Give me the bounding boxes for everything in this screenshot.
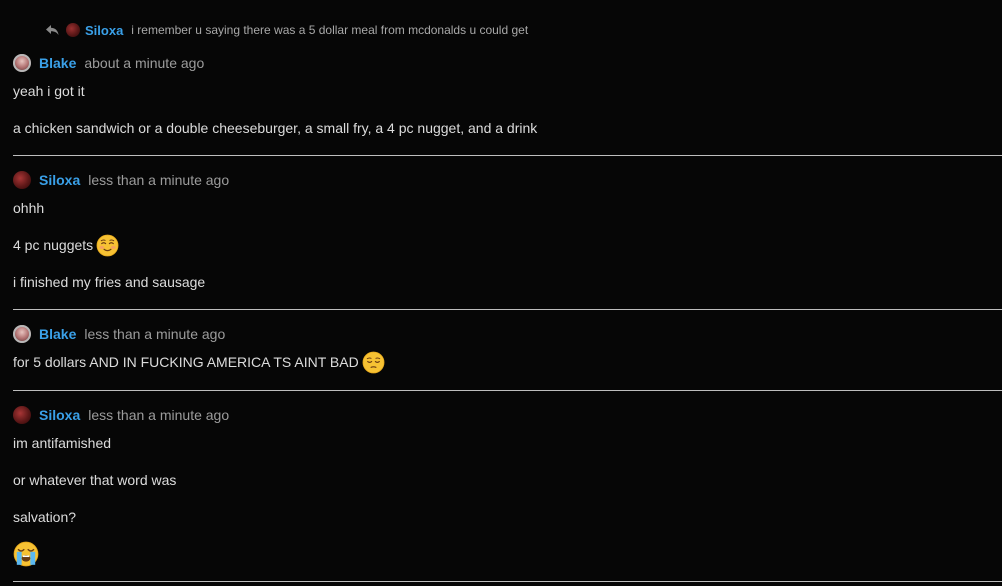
avatar[interactable] bbox=[13, 325, 31, 343]
author-name[interactable]: Siloxa bbox=[39, 172, 80, 188]
avatar[interactable] bbox=[13, 54, 31, 72]
loudly-crying-emoji-icon bbox=[13, 541, 39, 567]
timestamp: less than a minute ago bbox=[84, 326, 226, 342]
message-header: Siloxa less than a minute ago bbox=[13, 405, 229, 425]
message-text: im antifamished bbox=[13, 435, 112, 451]
message-divider bbox=[13, 581, 1002, 582]
message-text: for 5 dollars AND IN FUCKING AMERICA TS … bbox=[13, 354, 359, 370]
timestamp: less than a minute ago bbox=[88, 172, 230, 188]
message-text: salvation? bbox=[13, 509, 77, 525]
message-header: Blake less than a minute ago bbox=[13, 324, 225, 344]
reply-author[interactable]: Siloxa bbox=[85, 23, 123, 38]
pensive-relieved-emoji-icon bbox=[362, 351, 385, 373]
message-line bbox=[10, 541, 39, 567]
author-name[interactable]: Blake bbox=[39, 326, 76, 342]
message-divider bbox=[13, 390, 1002, 391]
message-text: 4 pc nuggets bbox=[13, 237, 94, 253]
message-divider bbox=[13, 309, 1002, 310]
smiling-blush-emoji-icon bbox=[96, 234, 119, 256]
reply-text: i remember u saying there was a 5 dollar… bbox=[131, 23, 529, 37]
message-header: Siloxa less than a minute ago bbox=[13, 170, 229, 190]
message-line: 4 pc nuggets bbox=[13, 233, 119, 257]
message-text: or whatever that word was bbox=[13, 472, 177, 488]
reply-preview[interactable]: Siloxa i remember u saying there was a 5… bbox=[44, 20, 528, 40]
timestamp: less than a minute ago bbox=[88, 407, 230, 423]
avatar[interactable] bbox=[13, 171, 31, 189]
reply-arrow-icon bbox=[46, 25, 59, 35]
author-name[interactable]: Blake bbox=[39, 55, 76, 71]
message-text: yeah i got it bbox=[13, 83, 85, 99]
message-text: i finished my fries and sausage bbox=[13, 274, 206, 290]
message-header: Blake about a minute ago bbox=[13, 53, 204, 73]
message-line: for 5 dollars AND IN FUCKING AMERICA TS … bbox=[13, 350, 385, 374]
timestamp: about a minute ago bbox=[84, 55, 205, 71]
message-text: a chicken sandwich or a double cheesebur… bbox=[13, 120, 538, 136]
avatar[interactable] bbox=[13, 406, 31, 424]
message-divider bbox=[13, 155, 1002, 156]
reply-avatar bbox=[66, 23, 80, 37]
message-text: ohhh bbox=[13, 200, 45, 216]
author-name[interactable]: Siloxa bbox=[39, 407, 80, 423]
